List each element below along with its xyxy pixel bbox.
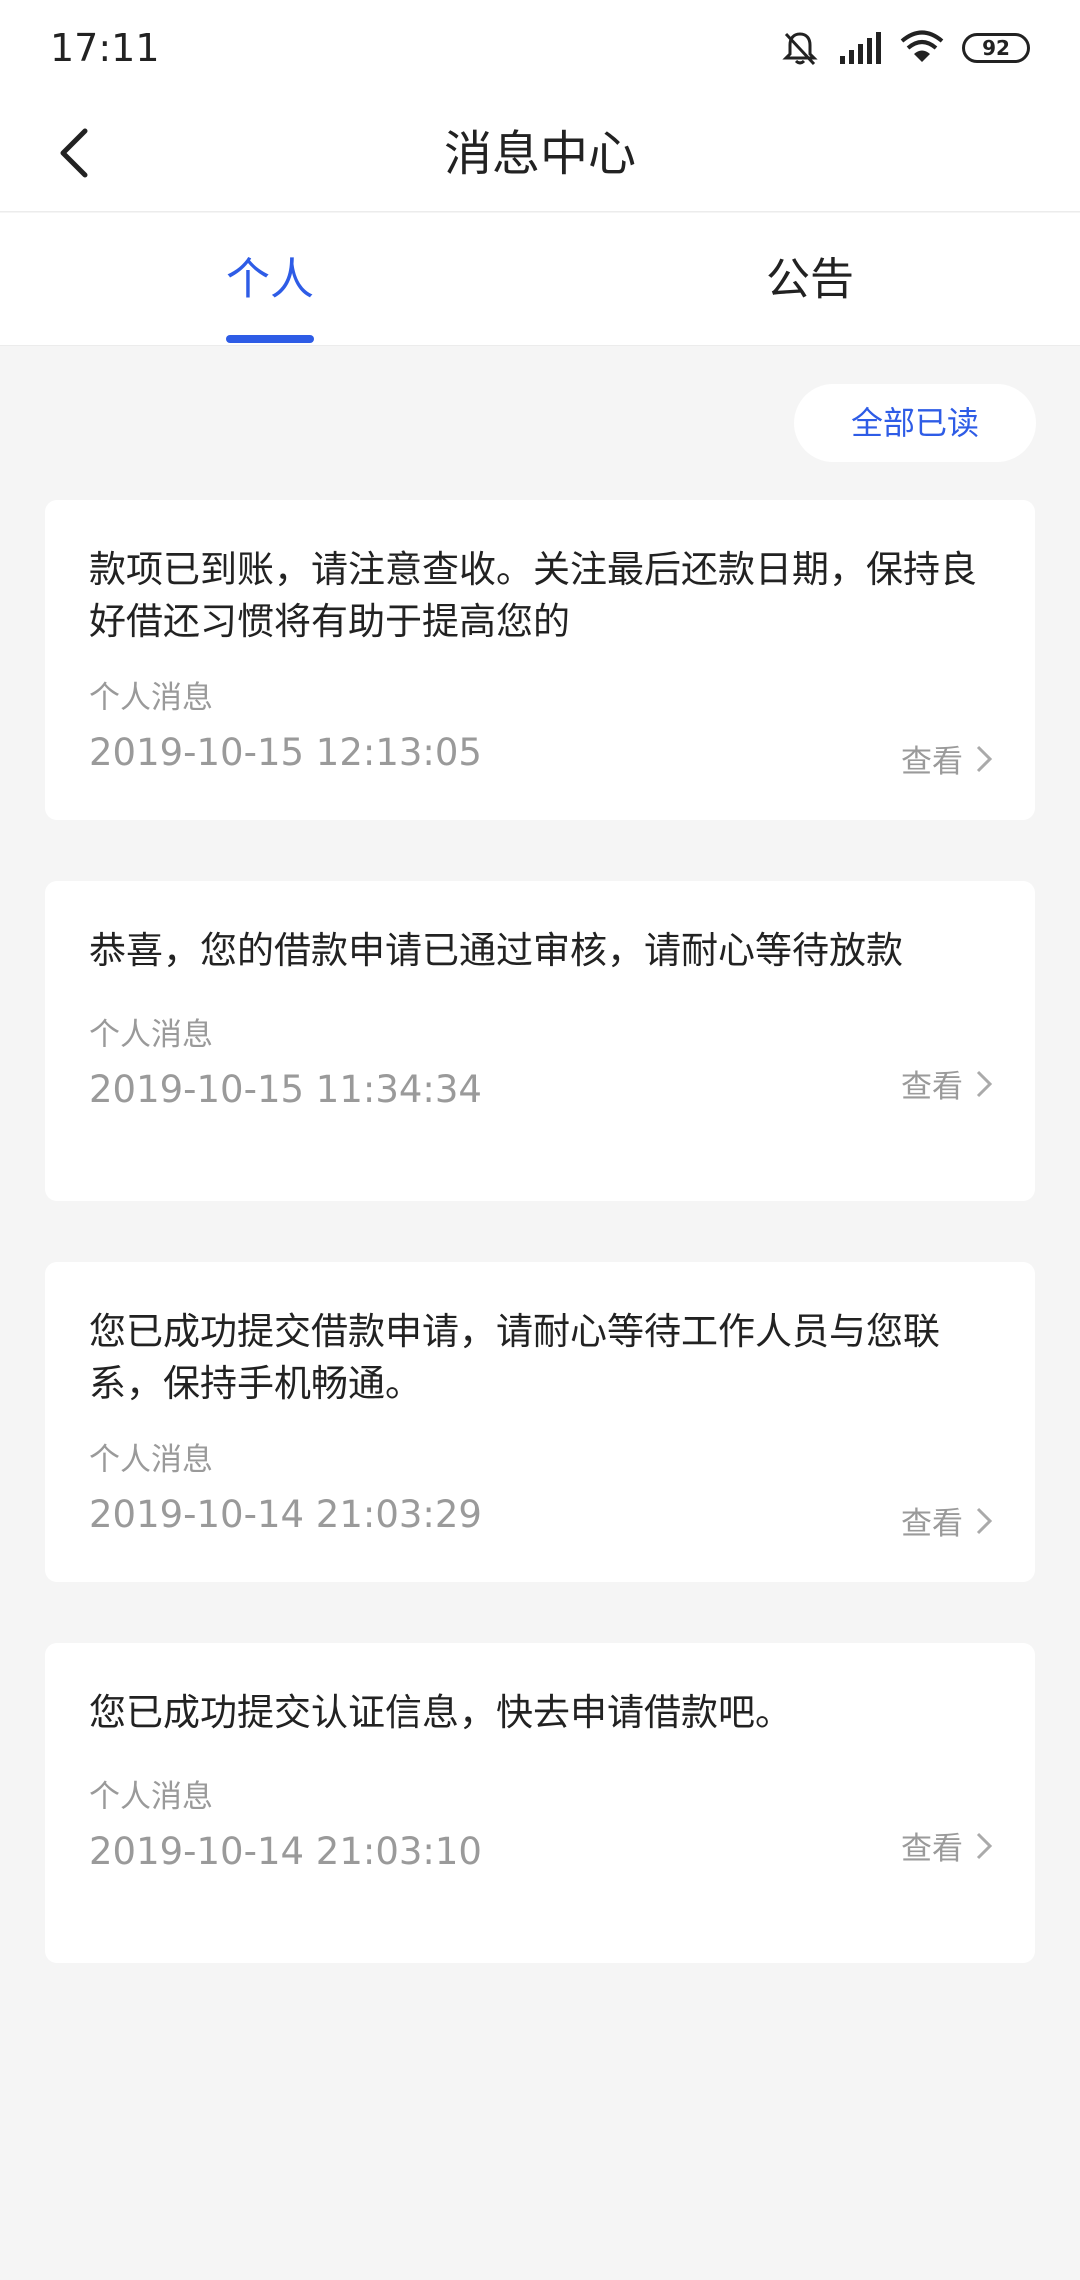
tab-announcement[interactable]: 公告 xyxy=(540,213,1080,345)
page-title: 消息中心 xyxy=(443,126,636,182)
message-card[interactable]: 款项已到账，请注意查收。关注最后还款日期，保持良好借还习惯将有助于提高您的 个人… xyxy=(45,500,1035,820)
message-type: 个人消息 xyxy=(89,1779,213,1815)
view-button[interactable]: 查看 xyxy=(901,1823,993,1868)
chevron-right-icon xyxy=(976,1070,993,1097)
chevron-right-icon xyxy=(976,1832,993,1859)
tab-bar: 个人 公告 xyxy=(0,213,1080,346)
message-card[interactable]: 恭喜，您的借款申请已通过审核，请耐心等待放款 个人消息 2019-10-15 1… xyxy=(45,881,1035,1201)
view-label: 查看 xyxy=(901,1069,963,1105)
message-text: 款项已到账，请注意查收。关注最后还款日期，保持良好借还习惯将有助于提高您的 xyxy=(89,548,977,643)
wifi-icon xyxy=(900,30,944,66)
message-card[interactable]: 您已成功提交借款申请，请耐心等待工作人员与您联系，保持手机畅通。 个人消息 20… xyxy=(45,1262,1035,1582)
tab-active-indicator xyxy=(226,335,314,343)
chevron-right-icon xyxy=(976,1507,993,1534)
view-button[interactable]: 查看 xyxy=(901,1061,993,1106)
message-time: 2019-10-15 12:13:05 xyxy=(89,731,482,774)
message-type: 个人消息 xyxy=(89,1442,213,1478)
message-time: 2019-10-14 21:03:29 xyxy=(89,1493,482,1536)
message-type: 个人消息 xyxy=(89,680,213,716)
status-icons: 92 xyxy=(780,28,1030,68)
chevron-right-icon xyxy=(976,745,993,772)
signal-icon xyxy=(838,30,882,66)
message-text: 恭喜，您的借款申请已通过审核，请耐心等待放款 xyxy=(89,929,903,972)
message-time: 2019-10-15 11:34:34 xyxy=(89,1068,482,1111)
view-label: 查看 xyxy=(901,744,963,780)
mark-all-read-button[interactable]: 全部已读 xyxy=(794,384,1036,462)
view-label: 查看 xyxy=(901,1506,963,1542)
tab-personal[interactable]: 个人 xyxy=(0,213,540,345)
message-time: 2019-10-14 21:03:10 xyxy=(89,1830,482,1873)
tab-announcement-label: 公告 xyxy=(766,254,854,305)
message-card[interactable]: 您已成功提交认证信息，快去申请借款吧。 个人消息 2019-10-14 21:0… xyxy=(45,1643,1035,1963)
message-type: 个人消息 xyxy=(89,1017,213,1053)
view-button[interactable]: 查看 xyxy=(901,1498,993,1543)
battery-icon: 92 xyxy=(962,33,1030,63)
status-bar: 17:11 92 xyxy=(0,0,1080,96)
view-label: 查看 xyxy=(901,1831,963,1867)
header: 消息中心 xyxy=(0,96,1080,212)
view-button[interactable]: 查看 xyxy=(901,736,993,781)
message-list: 款项已到账，请注意查收。关注最后还款日期，保持良好借还习惯将有助于提高您的 个人… xyxy=(45,500,1035,2024)
mute-bell-icon xyxy=(780,28,820,68)
message-text: 您已成功提交借款申请，请耐心等待工作人员与您联系，保持手机畅通。 xyxy=(89,1310,940,1405)
tab-personal-label: 个人 xyxy=(226,254,314,305)
message-text: 您已成功提交认证信息，快去申请借款吧。 xyxy=(89,1691,792,1734)
status-time: 17:11 xyxy=(50,26,160,70)
